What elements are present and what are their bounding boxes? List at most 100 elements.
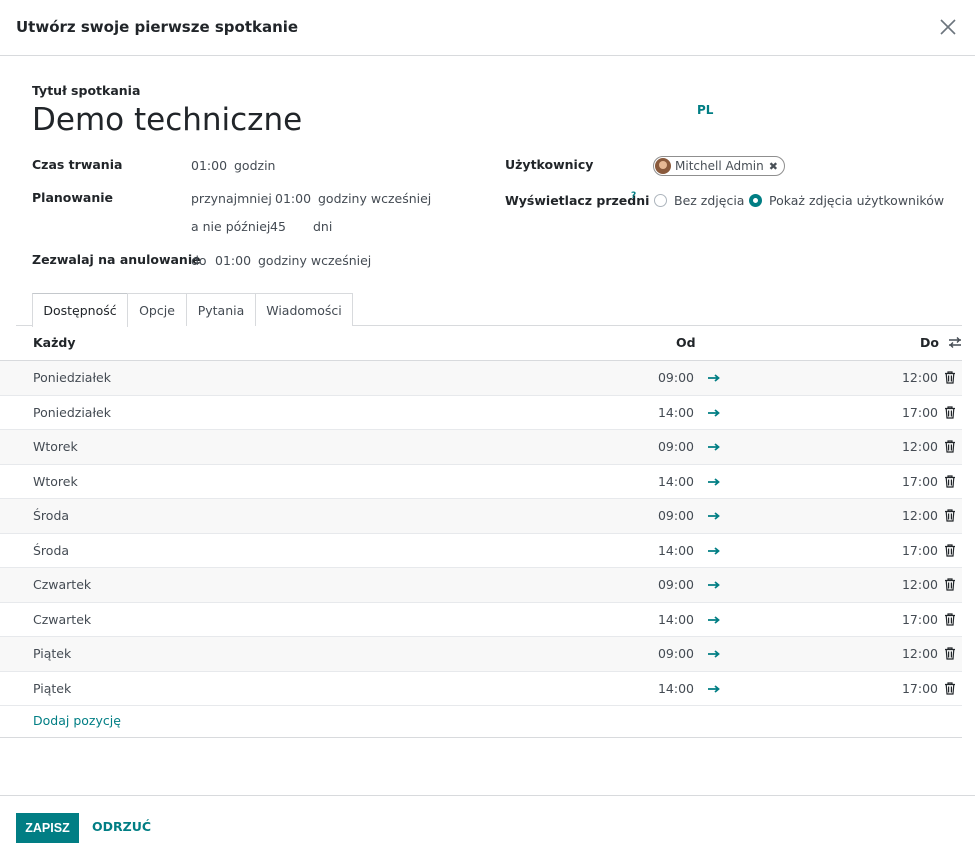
arrow-right-icon	[708, 650, 720, 658]
row-day[interactable]: Poniedziałek	[33, 370, 111, 385]
trash-icon[interactable]	[944, 612, 956, 626]
duration-label: Czas trwania	[32, 157, 123, 172]
radio-show-photos[interactable]	[749, 194, 762, 207]
save-button[interactable]: ZAPISZ	[16, 813, 79, 843]
row-day[interactable]: Wtorek	[33, 474, 78, 489]
table-row[interactable]: Wtorek 09:00 12:00	[0, 430, 962, 465]
column-to[interactable]: Do	[920, 335, 939, 350]
table-row[interactable]: Poniedziałek 09:00 12:00	[0, 361, 962, 396]
radio-no-photo-label: Bez zdjęcia	[674, 193, 745, 208]
row-from-time[interactable]: 09:00	[658, 370, 694, 385]
row-from-time[interactable]: 14:00	[658, 612, 694, 627]
tab-options[interactable]: Opcje	[127, 293, 187, 326]
users-label: Użytkownicy	[505, 157, 594, 172]
row-day[interactable]: Poniedziałek	[33, 405, 111, 420]
table-row[interactable]: Piątek 14:00 17:00	[0, 672, 962, 706]
duration-input[interactable]: 01:00	[191, 158, 227, 173]
arrow-right-icon	[708, 374, 720, 382]
cancel-label: Zezwalaj na anulowanie	[32, 252, 201, 267]
row-day[interactable]: Czwartek	[33, 612, 91, 627]
row-to-time[interactable]: 12:00	[902, 508, 938, 523]
trash-icon[interactable]	[944, 509, 956, 522]
arrow-right-icon	[708, 581, 720, 589]
cancel-input[interactable]: 01:00	[215, 253, 251, 268]
row-day[interactable]: Środa	[33, 508, 69, 523]
trash-icon[interactable]	[944, 440, 956, 453]
row-to-time[interactable]: 17:00	[902, 474, 938, 489]
trash-icon[interactable]	[944, 474, 956, 488]
discard-button[interactable]: ODRZUĆ	[92, 819, 151, 834]
row-day[interactable]: Piątek	[33, 681, 71, 696]
duration-unit: godzin	[234, 158, 276, 173]
table-row[interactable]: Środa 09:00 12:00	[0, 499, 962, 534]
close-icon[interactable]	[935, 14, 961, 40]
scheduling-max-input[interactable]: 45	[270, 219, 286, 234]
remove-tag-icon[interactable]: ✖	[769, 160, 778, 173]
scheduling-min-unit: godziny wcześniej	[318, 191, 432, 206]
scheduling-min-prefix: przynajmniej	[191, 191, 272, 206]
table-row[interactable]: Piątek 09:00 12:00	[0, 637, 962, 672]
dialog-header: Utwórz swoje pierwsze spotkanie	[0, 0, 975, 56]
row-from-time[interactable]: 09:00	[658, 646, 694, 661]
user-tag-label: Mitchell Admin	[675, 159, 764, 173]
row-from-time[interactable]: 09:00	[658, 508, 694, 523]
trash-icon[interactable]	[944, 647, 956, 660]
tab-questions[interactable]: Pytania	[186, 293, 256, 326]
row-from-time[interactable]: 09:00	[658, 577, 694, 592]
row-from-time[interactable]: 14:00	[658, 405, 694, 420]
arrow-right-icon	[708, 546, 720, 555]
table-row[interactable]: Środa 14:00 17:00	[0, 534, 962, 568]
arrow-right-icon	[708, 684, 720, 693]
row-to-time[interactable]: 12:00	[902, 646, 938, 661]
cancel-prefix: do	[191, 253, 207, 268]
row-to-time[interactable]: 12:00	[902, 577, 938, 592]
row-from-time[interactable]: 09:00	[658, 439, 694, 454]
avatar	[655, 158, 671, 174]
add-line-button[interactable]: Dodaj pozycję	[33, 713, 121, 728]
column-from[interactable]: Od	[676, 335, 696, 350]
row-day[interactable]: Piątek	[33, 646, 71, 661]
dialog-title: Utwórz swoje pierwsze spotkanie	[16, 18, 299, 36]
row-from-time[interactable]: 14:00	[658, 681, 694, 696]
row-day[interactable]: Wtorek	[33, 439, 78, 454]
arrow-right-icon	[708, 408, 720, 417]
row-from-time[interactable]: 14:00	[658, 474, 694, 489]
cancel-unit: godziny wcześniej	[258, 253, 372, 268]
scheduling-max-prefix: a nie później	[191, 219, 271, 234]
row-to-time[interactable]: 17:00	[902, 543, 938, 558]
row-day[interactable]: Środa	[33, 543, 69, 558]
help-icon[interactable]: ?	[631, 191, 636, 201]
trash-icon[interactable]	[944, 578, 956, 591]
row-to-time[interactable]: 17:00	[902, 612, 938, 627]
trash-icon[interactable]	[944, 371, 956, 384]
table-bottom-divider	[0, 737, 962, 738]
row-from-time[interactable]: 14:00	[658, 543, 694, 558]
scheduling-max-unit: dni	[313, 219, 333, 234]
meeting-title-input[interactable]: Demo techniczne	[32, 102, 302, 138]
tab-availability[interactable]: Dostępność	[32, 293, 128, 327]
trash-icon[interactable]	[944, 405, 956, 419]
table-row[interactable]: Poniedziałek 14:00 17:00	[0, 396, 962, 430]
row-to-time[interactable]: 17:00	[902, 405, 938, 420]
row-to-time[interactable]: 12:00	[902, 439, 938, 454]
table-row[interactable]: Czwartek 09:00 12:00	[0, 568, 962, 603]
front-display-label: Wyświetlacz przedni	[505, 193, 650, 208]
trash-icon[interactable]	[944, 543, 956, 557]
radio-show-photos-label: Pokaż zdjęcia użytkowników	[769, 193, 945, 208]
row-to-time[interactable]: 12:00	[902, 370, 938, 385]
tab-messages[interactable]: Wiadomości	[255, 293, 353, 326]
meeting-title-label: Tytuł spotkania	[32, 83, 141, 98]
scheduling-min-input[interactable]: 01:00	[275, 191, 311, 206]
radio-no-photo[interactable]	[654, 194, 667, 207]
trash-icon[interactable]	[944, 681, 956, 695]
row-day[interactable]: Czwartek	[33, 577, 91, 592]
row-to-time[interactable]: 17:00	[902, 681, 938, 696]
column-day[interactable]: Każdy	[33, 335, 76, 350]
table-row[interactable]: Czwartek 14:00 17:00	[0, 603, 962, 637]
column-settings-icon[interactable]	[948, 336, 962, 349]
arrow-right-icon	[708, 477, 720, 486]
table-row[interactable]: Wtorek 14:00 17:00	[0, 465, 962, 499]
language-button[interactable]: PL	[697, 103, 713, 117]
arrow-right-icon	[708, 615, 720, 624]
user-tag[interactable]: Mitchell Admin ✖	[653, 156, 785, 176]
